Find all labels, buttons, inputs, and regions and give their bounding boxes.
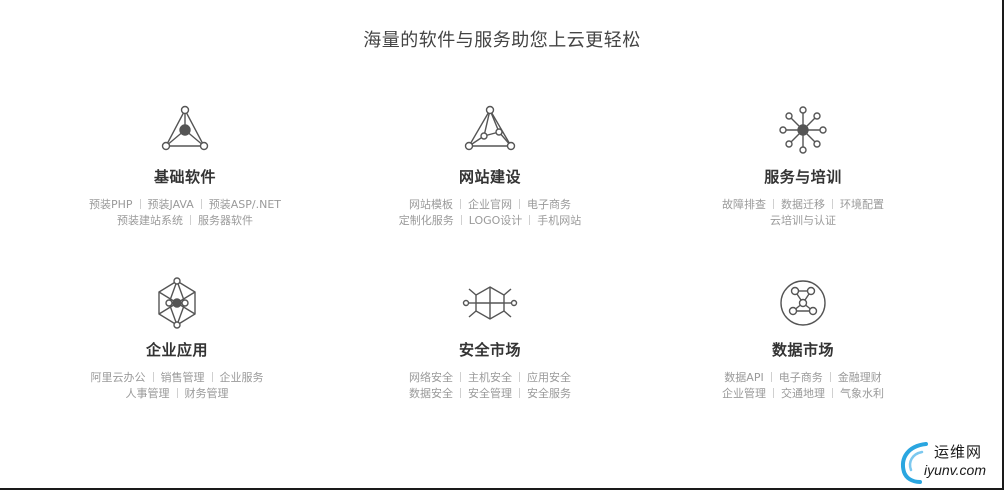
separator <box>529 215 531 225</box>
link-row: 阿里云办公 销售管理 企业服务 <box>47 370 307 386</box>
link-data-security[interactable]: 数据安全 <box>409 387 453 400</box>
card-security-market: 安全市场 网络安全 主机安全 应用安全 数据安全 安全管理 安全服务 <box>360 275 620 402</box>
link-corporate-site[interactable]: 企业官网 <box>468 198 512 211</box>
link-data-migration[interactable]: 数据迁移 <box>781 198 825 211</box>
separator <box>519 199 520 209</box>
hexagon-network-icon <box>158 277 196 329</box>
link-logo-design[interactable]: LOGO设计 <box>469 214 523 227</box>
link-preinstall-asp-net[interactable]: 预装ASP/.NET <box>209 198 281 211</box>
card-enterprise-apps: 企业应用 阿里云办公 销售管理 企业服务 人事管理 财务管理 <box>47 275 307 402</box>
link-custom-service[interactable]: 定制化服务 <box>399 214 454 227</box>
card-website-building: 网站建设 网站模板 企业官网 电子商务 定制化服务 LOGO设计 手机网站 <box>360 102 620 229</box>
watermark-line2: iyunv.com <box>924 462 986 478</box>
link-row: 数据API 电子商务 金融理财 <box>673 370 933 386</box>
link-enterprise-services[interactable]: 企业服务 <box>220 371 264 384</box>
card-links: 故障排查 数据迁移 环境配置 云培训与认证 <box>673 197 933 229</box>
link-finance-management[interactable]: 财务管理 <box>185 387 229 400</box>
link-aliyun-office[interactable]: 阿里云办公 <box>91 371 146 384</box>
link-network-security[interactable]: 网络安全 <box>409 371 453 384</box>
card-title: 数据市场 <box>771 341 834 359</box>
link-cloud-training-certification[interactable]: 云培训与认证 <box>770 214 836 227</box>
page-headline: 海量的软件与服务助您上云更轻松 <box>363 30 641 52</box>
link-host-security[interactable]: 主机安全 <box>468 371 512 384</box>
separator <box>211 372 213 382</box>
link-weather-water[interactable]: 气象水利 <box>840 387 884 400</box>
link-ecommerce-data[interactable]: 电子商务 <box>779 371 823 384</box>
link-row: 故障排查 数据迁移 环境配置 <box>673 197 933 213</box>
link-troubleshooting[interactable]: 故障排查 <box>722 198 766 211</box>
link-finance-wealth[interactable]: 金融理财 <box>838 371 882 384</box>
link-security-services[interactable]: 安全服务 <box>527 387 571 400</box>
link-server-software[interactable]: 服务器软件 <box>198 214 253 227</box>
separator <box>770 372 772 382</box>
separator <box>460 215 462 225</box>
link-data-api[interactable]: 数据API <box>724 371 763 384</box>
separator <box>519 388 520 398</box>
card-links: 网站模板 企业官网 电子商务 定制化服务 LOGO设计 手机网站 <box>360 197 620 229</box>
pyramid-icon <box>464 105 516 151</box>
watermark-logo: 运维网 iyunv.com <box>896 440 996 484</box>
link-row: 云培训与认证 <box>673 213 933 229</box>
link-preinstall-site-system[interactable]: 预装建站系统 <box>117 214 183 227</box>
link-sales-management[interactable]: 销售管理 <box>161 371 205 384</box>
link-preinstall-php[interactable]: 预装PHP <box>89 198 133 211</box>
card-title: 企业应用 <box>145 341 208 359</box>
link-row: 预装建站系统 服务器软件 <box>55 213 315 229</box>
card-title: 安全市场 <box>458 341 521 359</box>
card-links: 数据API 电子商务 金融理财 企业管理 交通地理 气象水利 <box>673 370 933 402</box>
separator <box>460 199 461 209</box>
separator <box>460 372 461 382</box>
separator <box>519 372 520 382</box>
separator <box>460 388 461 398</box>
card-links: 预装PHP 预装JAVA 预装ASP/.NET 预装建站系统 服务器软件 <box>55 197 315 229</box>
hub-network-icon <box>779 106 827 154</box>
card-basic-software: 基础软件 预装PHP 预装JAVA 预装ASP/.NET 预装建站系统 服务器软件 <box>55 102 315 229</box>
link-hr-management[interactable]: 人事管理 <box>126 387 170 400</box>
separator <box>152 372 154 382</box>
card-title: 基础软件 <box>153 168 216 186</box>
cube-network-icon <box>462 286 518 320</box>
separator <box>832 388 833 398</box>
link-ecommerce[interactable]: 电子商务 <box>527 198 571 211</box>
card-title: 网站建设 <box>458 168 521 186</box>
separator <box>190 215 191 225</box>
card-links: 阿里云办公 销售管理 企业服务 人事管理 财务管理 <box>47 370 307 402</box>
link-row: 数据安全 安全管理 安全服务 <box>360 386 620 402</box>
separator <box>139 199 141 209</box>
card-service-training: 服务与培训 故障排查 数据迁移 环境配置 云培训与认证 <box>673 102 933 229</box>
separator <box>773 199 774 209</box>
link-row: 预装PHP 预装JAVA 预装ASP/.NET <box>55 197 315 213</box>
link-enterprise-management[interactable]: 企业管理 <box>722 387 766 400</box>
separator <box>829 372 831 382</box>
link-site-templates[interactable]: 网站模板 <box>409 198 453 211</box>
link-row: 人事管理 财务管理 <box>47 386 307 402</box>
separator <box>200 199 202 209</box>
link-row: 网络安全 主机安全 应用安全 <box>360 370 620 386</box>
card-data-market: 数据市场 数据API 电子商务 金融理财 企业管理 交通地理 气象水利 <box>673 275 933 402</box>
card-title: 服务与培训 <box>764 168 842 186</box>
link-security-management[interactable]: 安全管理 <box>468 387 512 400</box>
separator <box>832 199 833 209</box>
circle-network-icon <box>780 280 826 326</box>
watermark-line1: 运维网 <box>934 443 983 461</box>
link-row: 网站模板 企业官网 电子商务 <box>360 197 620 213</box>
link-row: 企业管理 交通地理 气象水利 <box>673 386 933 402</box>
link-environment-config[interactable]: 环境配置 <box>840 198 884 211</box>
link-row: 定制化服务 LOGO设计 手机网站 <box>360 213 620 229</box>
card-links: 网络安全 主机安全 应用安全 数据安全 安全管理 安全服务 <box>360 370 620 402</box>
screenshot-frame <box>0 0 1004 490</box>
triangle-network-icon <box>161 105 209 151</box>
separator <box>773 388 774 398</box>
link-mobile-site[interactable]: 手机网站 <box>537 214 581 227</box>
link-transport-geography[interactable]: 交通地理 <box>781 387 825 400</box>
link-application-security[interactable]: 应用安全 <box>527 371 571 384</box>
separator <box>176 388 178 398</box>
link-preinstall-java[interactable]: 预装JAVA <box>148 198 194 211</box>
